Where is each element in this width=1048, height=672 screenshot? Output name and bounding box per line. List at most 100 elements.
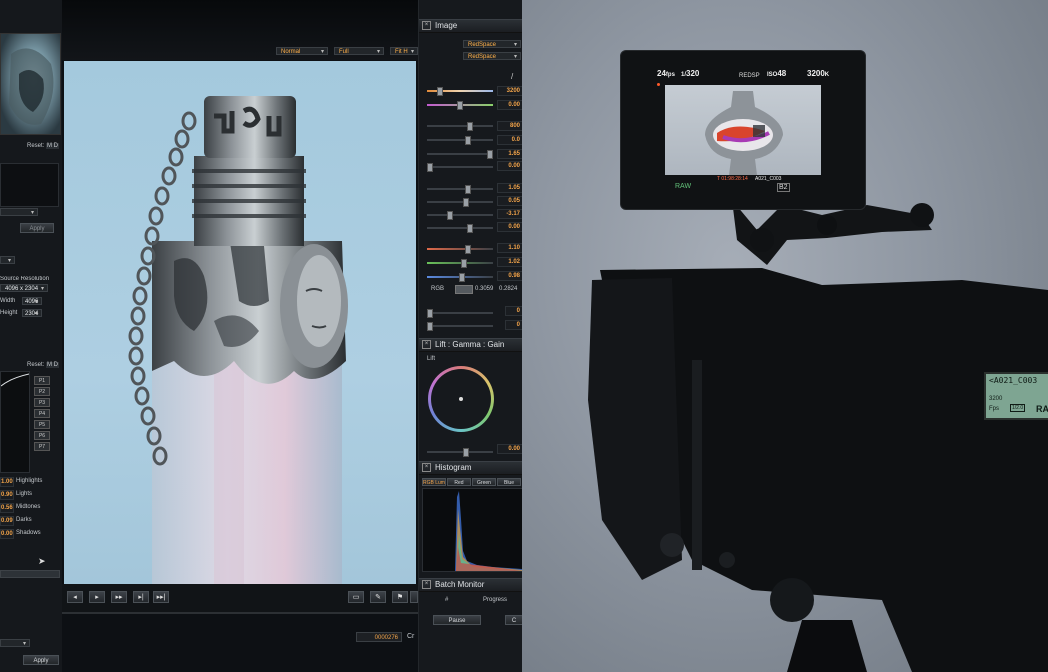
monitor-bottle-image bbox=[705, 91, 783, 175]
brightness-value[interactable]: 1.05 bbox=[497, 183, 522, 193]
timecode-field[interactable]: 0000276 bbox=[356, 632, 402, 642]
saturation-slider[interactable] bbox=[427, 150, 493, 159]
mode-normal-dropdown[interactable]: Normal bbox=[276, 47, 328, 56]
extra-slider-1[interactable] bbox=[427, 309, 493, 318]
extra-value-2[interactable]: 0 bbox=[505, 320, 522, 330]
apply-top-button[interactable]: Apply bbox=[20, 223, 54, 233]
preset-p5[interactable]: P5 bbox=[34, 420, 50, 429]
left-dropdown-1[interactable] bbox=[0, 208, 38, 217]
preset-p3[interactable]: P3 bbox=[34, 398, 50, 407]
lgg-panel-header[interactable]: × Lift : Gamma : Gain bbox=[419, 338, 522, 352]
goto-start-icon[interactable]: ◂ bbox=[67, 591, 83, 603]
extra-value-1[interactable]: 0 bbox=[505, 306, 522, 316]
collapse-icon[interactable]: × bbox=[422, 340, 431, 350]
eyedropper-icon[interactable]: / bbox=[511, 72, 513, 81]
hist-tab-green[interactable]: Green bbox=[472, 478, 496, 486]
record-dot bbox=[657, 83, 660, 86]
flag-icon[interactable]: ⚑ bbox=[392, 591, 408, 603]
curve-graph[interactable] bbox=[0, 371, 30, 473]
preset-p1[interactable]: P1 bbox=[34, 376, 50, 385]
width-field[interactable]: 4096 bbox=[22, 297, 42, 306]
next-frame-icon[interactable]: ▸| bbox=[133, 591, 149, 603]
collapse-icon[interactable]: × bbox=[422, 21, 431, 31]
iso-value[interactable]: 800 bbox=[497, 121, 522, 131]
batch-panel-header[interactable]: × Batch Monitor bbox=[419, 578, 522, 592]
darks-value[interactable]: 0.09 bbox=[0, 516, 14, 526]
clip-thumbnail[interactable] bbox=[0, 33, 61, 135]
extra-icon[interactable] bbox=[410, 591, 418, 603]
shadows-value[interactable]: 0.00 bbox=[0, 529, 14, 539]
exposure-value[interactable]: 0.0 bbox=[497, 135, 522, 145]
lights-value[interactable]: 0.90 bbox=[0, 490, 14, 500]
sharpness-value[interactable]: 0.00 bbox=[497, 222, 522, 232]
sharpness-slider[interactable] bbox=[427, 224, 493, 233]
left-dropdown-3[interactable] bbox=[0, 639, 30, 648]
fln-value[interactable]: -3.17 bbox=[497, 209, 522, 219]
wheel-center-dot[interactable] bbox=[459, 397, 463, 401]
lift-value[interactable]: 0.00 bbox=[497, 444, 522, 454]
kelvin-slider[interactable] bbox=[427, 87, 493, 96]
lift-color-wheel[interactable] bbox=[428, 366, 494, 432]
colorspace-dropdown-1[interactable]: RedSpace bbox=[463, 40, 521, 49]
image-panel-header[interactable]: × Image bbox=[419, 19, 522, 33]
exposure-slider[interactable] bbox=[427, 136, 493, 145]
tint-slider[interactable] bbox=[427, 101, 493, 110]
left-dropdown-2[interactable] bbox=[0, 256, 15, 265]
batch-extra-button[interactable]: C bbox=[505, 615, 522, 625]
shadows-slider[interactable] bbox=[427, 198, 493, 207]
apply-bottom-button[interactable]: Apply bbox=[23, 655, 59, 665]
shadows-slider-value[interactable]: 0.05 bbox=[497, 196, 522, 206]
histogram-graph bbox=[422, 488, 522, 572]
height-field[interactable]: 2304 bbox=[22, 309, 42, 318]
fast-forward-icon[interactable]: ▸▸ bbox=[111, 591, 127, 603]
iso-slider[interactable] bbox=[427, 122, 493, 131]
green-gain-slider[interactable] bbox=[427, 259, 493, 268]
monitor-icon[interactable]: ▭ bbox=[348, 591, 364, 603]
red-gain-slider[interactable] bbox=[427, 245, 493, 254]
kelvin-value-monitor: 3200 bbox=[807, 69, 825, 78]
blue-gain-slider[interactable] bbox=[427, 273, 493, 282]
collapse-icon[interactable]: × bbox=[422, 463, 431, 473]
lift-slider[interactable] bbox=[427, 448, 493, 457]
preset-p6[interactable]: P6 bbox=[34, 431, 50, 440]
hist-tab-red[interactable]: Red bbox=[447, 478, 471, 486]
hist-tab-rgb[interactable]: RGB Lum bbox=[422, 478, 446, 486]
hist-tab-blue[interactable]: Blue bbox=[497, 478, 521, 486]
mode-fit-dropdown[interactable]: Fit H bbox=[390, 47, 418, 56]
red-gain-value[interactable]: 1.10 bbox=[497, 243, 522, 253]
thumbnail-art bbox=[9, 48, 54, 125]
colorspace-dropdown-2[interactable]: RedSpace bbox=[463, 52, 521, 61]
preset-p2[interactable]: P2 bbox=[34, 387, 50, 396]
preset-p7[interactable]: P7 bbox=[34, 442, 50, 451]
goto-end-icon[interactable]: ▸▸| bbox=[153, 591, 169, 603]
field-monitor: 24fps 1/320 REDSP ISO48 3200K T 01:98:28… bbox=[620, 50, 866, 210]
contrast-slider[interactable] bbox=[427, 163, 493, 172]
brightness-slider[interactable] bbox=[427, 185, 493, 194]
preset-p4[interactable]: P4 bbox=[34, 409, 50, 418]
highlights-value[interactable]: 1.00 bbox=[0, 477, 14, 487]
reset-md-buttons-2[interactable]: M D bbox=[46, 362, 59, 368]
histogram-panel-header[interactable]: × Histogram bbox=[419, 461, 522, 475]
resolution-dropdown[interactable]: 4096 x 2304 bbox=[0, 284, 48, 293]
play-icon[interactable]: ▸ bbox=[89, 591, 105, 603]
left-progress-bar bbox=[0, 570, 60, 578]
contrast-value[interactable]: 0.00 bbox=[497, 161, 522, 171]
source-resolution-label: Source Resolution bbox=[0, 276, 50, 282]
saturation-value[interactable]: 1.65 bbox=[497, 149, 522, 159]
blue-gain-value[interactable]: 0.98 bbox=[497, 271, 522, 281]
extra-slider-2[interactable] bbox=[427, 322, 493, 331]
pause-button[interactable]: Pause bbox=[433, 615, 481, 625]
image-viewer[interactable] bbox=[64, 61, 416, 584]
timeline-track[interactable] bbox=[62, 612, 418, 614]
collapse-icon[interactable]: × bbox=[422, 580, 431, 590]
monitor-clip-name: A021_C003 bbox=[755, 176, 782, 182]
monitor-kelvin: 3200K bbox=[807, 69, 829, 78]
reset-md-buttons-1[interactable]: M D bbox=[46, 143, 59, 149]
tint-value[interactable]: 0.00 bbox=[497, 100, 522, 110]
pin-icon[interactable]: ✎ bbox=[370, 591, 386, 603]
midtones-value[interactable]: 0.56 bbox=[0, 503, 14, 513]
kelvin-value[interactable]: 3200 bbox=[497, 86, 522, 96]
green-gain-value[interactable]: 1.02 bbox=[497, 257, 522, 267]
mode-full-dropdown[interactable]: Full bbox=[334, 47, 384, 56]
fln-slider[interactable] bbox=[427, 211, 493, 220]
